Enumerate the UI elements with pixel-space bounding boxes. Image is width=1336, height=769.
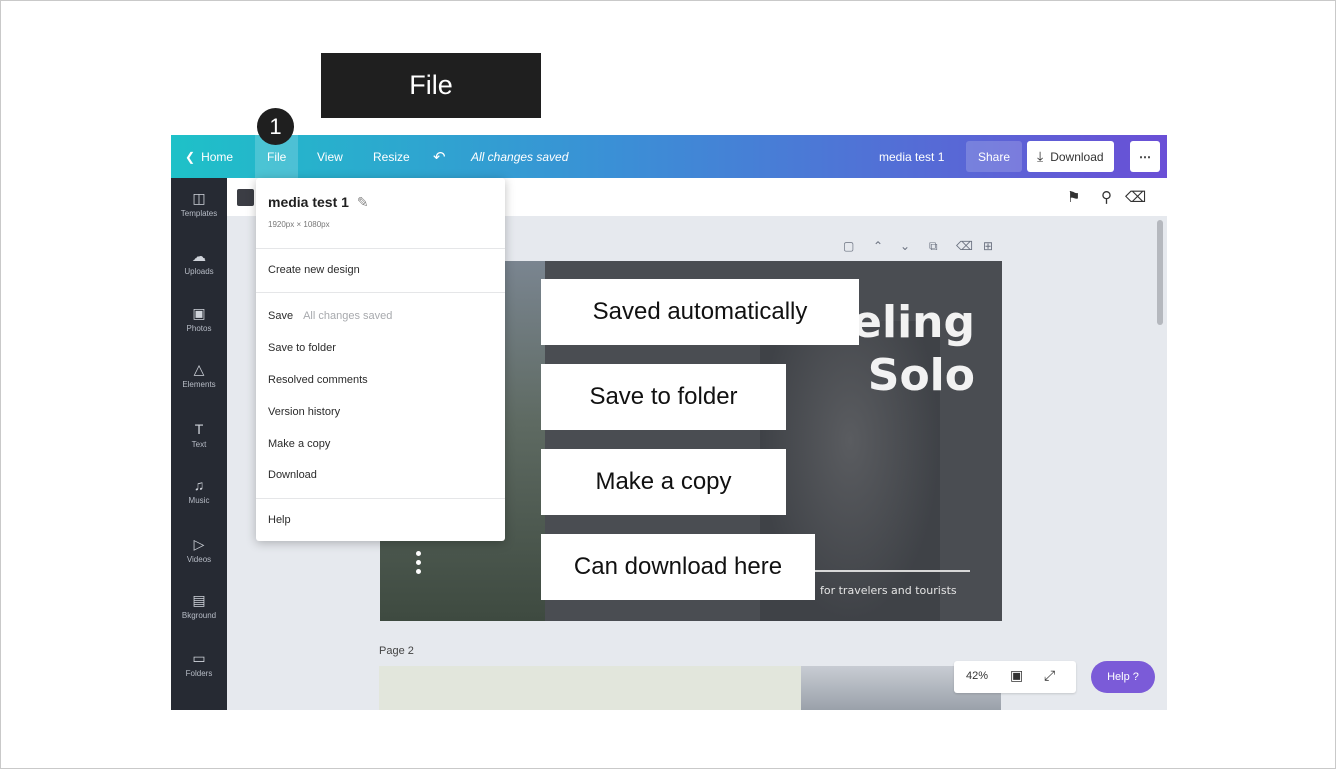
zoom-level[interactable]: 42% <box>966 670 988 682</box>
sidebar-item-label: Text <box>191 440 207 449</box>
callout-download: Can download here <box>541 534 815 600</box>
save-status: All changes saved <box>303 310 393 322</box>
left-sidebar: ◫ Templates ☁ Uploads ▣ Photos △ Element… <box>171 178 227 710</box>
photo-icon: ▣ <box>192 305 206 321</box>
sidebar-item-photos[interactable]: ▣ Photos <box>171 297 227 347</box>
download-label: Download <box>1050 149 1104 164</box>
design-dimensions: 1920px × 1080px <box>268 220 330 229</box>
page-view-icon[interactable]: ▣ <box>1010 667 1023 684</box>
divider-line <box>810 570 970 572</box>
design-page-2[interactable] <box>379 666 1001 710</box>
vertical-scrollbar[interactable] <box>1157 220 1163 325</box>
menu-item-resolved-comments[interactable]: Resolved comments <box>268 374 368 386</box>
menu-item-make-a-copy[interactable]: Make a copy <box>268 438 330 450</box>
paint-roller-icon[interactable]: ⚑ <box>1067 188 1080 206</box>
sidebar-item-label: Music <box>188 496 210 505</box>
shapes-icon: △ <box>193 361 205 377</box>
sidebar-item-background[interactable]: ▤ Bkground <box>171 584 227 634</box>
chevron-down-icon[interactable]: ⌄ <box>900 239 910 253</box>
save-label: Save <box>268 310 294 322</box>
sidebar-item-videos[interactable]: ▷ Videos <box>171 528 227 578</box>
menu-design-title[interactable]: media test 1 ✎ <box>268 194 369 211</box>
sidebar-item-label: Videos <box>186 555 212 564</box>
sidebar-item-folders[interactable]: ▭ Folders <box>171 642 227 692</box>
menu-divider <box>256 292 505 293</box>
more-options-button[interactable]: ⋯ <box>1130 141 1160 172</box>
video-icon: ▷ <box>193 536 205 552</box>
sidebar-item-label: Templates <box>180 209 218 218</box>
menu-divider <box>256 248 505 249</box>
menu-divider <box>256 498 505 499</box>
sidebar-item-templates[interactable]: ◫ Templates <box>171 182 227 232</box>
trash-icon[interactable]: ⌫ <box>1125 188 1146 206</box>
menu-item-help[interactable]: Help <box>268 514 291 526</box>
share-button[interactable]: Share <box>966 141 1023 172</box>
headline-line-2: Solo <box>867 350 975 401</box>
help-button[interactable]: Help ? <box>1091 661 1155 693</box>
vertical-dots-icon[interactable] <box>416 551 422 578</box>
menu-item-version-history[interactable]: Version history <box>268 406 340 418</box>
chevron-left-icon: ❮ <box>185 149 196 164</box>
sidebar-item-label: Elements <box>182 380 216 389</box>
download-arrow-icon: ⤓ <box>1037 148 1044 164</box>
top-bar: ❮ Home File View Resize ↶ All changes sa… <box>171 135 1167 178</box>
page-2-label: Page 2 <box>379 645 414 657</box>
menu-item-save[interactable]: Save All changes saved <box>268 310 392 322</box>
step-number-badge: 1 <box>257 108 294 145</box>
menu-item-download[interactable]: Download <box>268 469 317 481</box>
pencil-icon[interactable]: ✎ <box>357 194 369 210</box>
save-status-text: All changes saved <box>471 149 569 164</box>
menu-item-create-new-design[interactable]: Create new design <box>268 264 360 276</box>
zoom-controls: 42% ▣ ⤢ <box>954 661 1076 693</box>
delete-page-icon[interactable]: ⌫ <box>956 239 973 253</box>
callout-make-a-copy: Make a copy <box>541 449 786 515</box>
chevron-up-icon[interactable]: ⌃ <box>873 239 883 253</box>
home-label: Home <box>201 149 234 164</box>
duplicate-page-icon[interactable]: ⧉ <box>929 239 938 254</box>
text-icon: T <box>194 421 204 437</box>
sidebar-item-text[interactable]: T Text <box>171 413 227 463</box>
folder-icon: ▭ <box>192 650 206 666</box>
menu-title-text: media test 1 <box>268 194 349 210</box>
sidebar-item-elements[interactable]: △ Elements <box>171 353 227 403</box>
sidebar-item-label: Bkground <box>181 611 217 620</box>
resize-button[interactable]: Resize <box>373 135 410 178</box>
undo-icon[interactable]: ↶ <box>433 135 446 178</box>
upload-cloud-icon: ☁ <box>192 248 206 264</box>
file-dropdown-menu: media test 1 ✎ 1920px × 1080px Create ne… <box>256 178 505 541</box>
sidebar-item-uploads[interactable]: ☁ Uploads <box>171 240 227 290</box>
view-menu-button[interactable]: View <box>317 135 343 178</box>
sidebar-item-label: Uploads <box>184 267 214 276</box>
sidebar-item-music[interactable]: ♫ Music <box>171 469 227 519</box>
templates-icon: ◫ <box>192 190 206 206</box>
callout-saved-automatically: Saved automatically <box>541 279 859 345</box>
lock-icon[interactable]: ⚲ <box>1101 188 1112 206</box>
design-tagline[interactable]: for travelers and tourists <box>820 584 957 597</box>
file-callout-label: File <box>321 53 541 118</box>
callout-save-to-folder: Save to folder <box>541 364 786 430</box>
download-button[interactable]: ⤓ Download <box>1027 141 1114 172</box>
menu-item-save-to-folder[interactable]: Save to folder <box>268 342 336 354</box>
color-swatch[interactable] <box>237 189 254 206</box>
sidebar-item-label: Photos <box>186 324 212 333</box>
design-name-title[interactable]: media test 1 <box>879 135 944 178</box>
expand-icon[interactable]: ⤢ <box>1044 667 1055 684</box>
music-note-icon: ♫ <box>193 477 205 493</box>
home-button[interactable]: ❮ Home <box>185 135 233 178</box>
background-icon: ▤ <box>192 592 206 608</box>
add-page-icon[interactable]: ⊞ <box>983 239 993 253</box>
add-note-icon[interactable]: ▢ <box>843 239 854 253</box>
sidebar-item-label: Folders <box>185 669 213 678</box>
